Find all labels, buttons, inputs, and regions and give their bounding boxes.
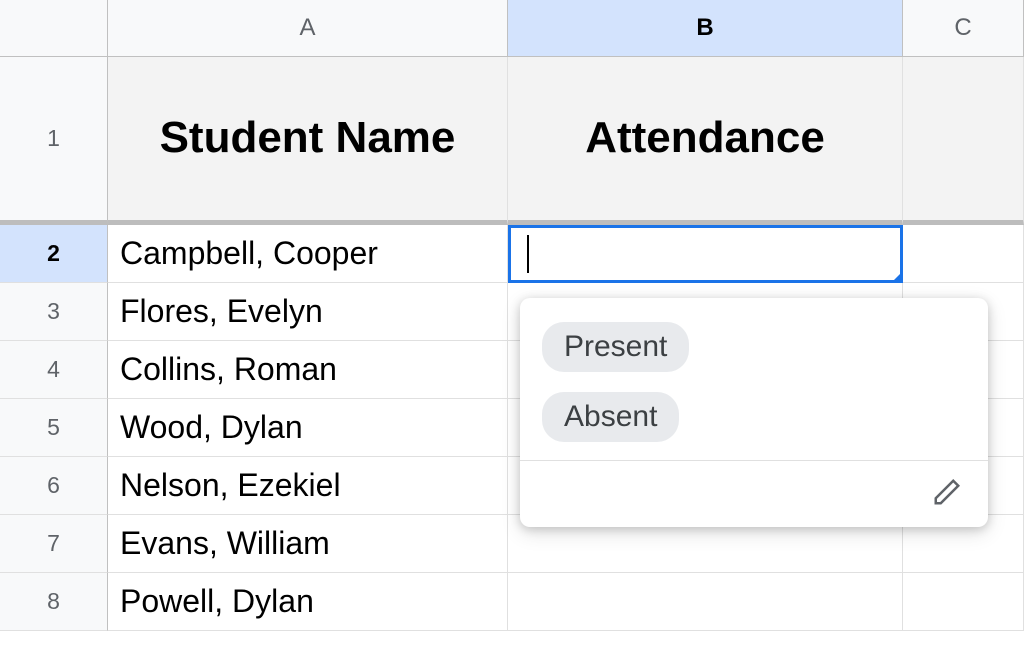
dropdown-option-absent[interactable]: Absent: [520, 382, 988, 452]
select-all-corner[interactable]: [0, 0, 108, 57]
cell-a2[interactable]: Campbell, Cooper: [108, 225, 508, 283]
cell-c8[interactable]: [903, 573, 1024, 631]
dropdown-handle-icon[interactable]: [891, 271, 903, 283]
row-header-2[interactable]: 2: [0, 225, 108, 283]
text-cursor: [527, 235, 529, 273]
row-header-7[interactable]: 7: [0, 515, 108, 573]
pencil-icon[interactable]: [932, 477, 962, 507]
cell-a1[interactable]: Student Name: [108, 57, 508, 225]
cell-c2[interactable]: [903, 225, 1024, 283]
row-header-5[interactable]: 5: [0, 399, 108, 457]
row-header-1[interactable]: 1: [0, 57, 108, 225]
cell-b1[interactable]: Attendance: [508, 57, 903, 225]
cell-b2-active[interactable]: [508, 225, 903, 283]
row-header-8[interactable]: 8: [0, 573, 108, 631]
column-header-a[interactable]: A: [108, 0, 508, 57]
chip-present: Present: [542, 322, 689, 372]
cell-a5[interactable]: Wood, Dylan: [108, 399, 508, 457]
column-header-b[interactable]: B: [508, 0, 903, 57]
cell-a6[interactable]: Nelson, Ezekiel: [108, 457, 508, 515]
row-header-3[interactable]: 3: [0, 283, 108, 341]
cell-a4[interactable]: Collins, Roman: [108, 341, 508, 399]
row-header-6[interactable]: 6: [0, 457, 108, 515]
row-header-4[interactable]: 4: [0, 341, 108, 399]
cell-c1[interactable]: [903, 57, 1024, 225]
data-validation-dropdown: Present Absent: [520, 298, 988, 527]
column-header-c[interactable]: C: [903, 0, 1024, 57]
cell-a3[interactable]: Flores, Evelyn: [108, 283, 508, 341]
dropdown-option-present[interactable]: Present: [520, 312, 988, 382]
cell-b8[interactable]: [508, 573, 903, 631]
cell-a7[interactable]: Evans, William: [108, 515, 508, 573]
chip-absent: Absent: [542, 392, 679, 442]
cell-a8[interactable]: Powell, Dylan: [108, 573, 508, 631]
dropdown-footer: [520, 461, 988, 517]
